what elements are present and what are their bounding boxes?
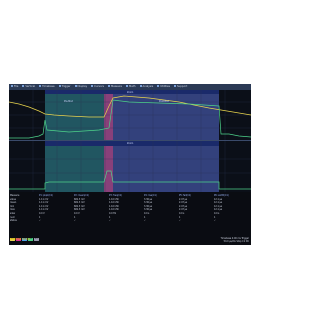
- measure-column[interactable]: P6: width(C1) 12.1 µs 12.1 µs 12.1 µs 12.1 µ…: [214, 194, 229, 223]
- oscilloscope-screen: File Vertical Timebase Trigger Display C…: [9, 84, 251, 245]
- measure-cell: ✓: [179, 219, 181, 223]
- bottom-waveform-svg: [9, 141, 251, 193]
- measure-column[interactable]: P1: pkpk(C1) 1.11 mV 1.11 mV 1.11 mV 1.11 mV…: [39, 194, 53, 223]
- row-label: status: [10, 219, 17, 223]
- table-row-labels: Measure value mean min max sdev num stat…: [10, 194, 19, 223]
- post-zone-label: Post-Mod: [159, 100, 169, 103]
- measure-cell: ✓: [214, 219, 216, 223]
- bottom-transition-marker: [104, 146, 113, 193]
- measure-column[interactable]: P2: mean(C1) 681.3 mV 681.3 mV 681.3 mV 681.…: [74, 194, 89, 223]
- zoom-tag-z1[interactable]: Z1: [34, 238, 39, 241]
- measure-cell: ✓: [74, 219, 76, 223]
- measurement-table: Measure value mean min max sdev num stat…: [9, 192, 251, 236]
- bottom-pre-zone: [45, 146, 113, 193]
- status-bar: C1 C2 C3 C4 Z1 Timebase 0.00 ms Trigger …: [9, 236, 251, 245]
- bottom-waveform-panel[interactable]: Zoom: [9, 140, 251, 193]
- measure-column[interactable]: P4: rise(C1) 3.36 µs 3.36 µs 3.36 µs 3.36 µs…: [144, 194, 157, 223]
- measure-column[interactable]: P5: fall(C1) 2.47 µs 2.47 µs 2.47 µs 2.47 µs…: [179, 194, 191, 223]
- top-waveform-svg: [9, 90, 251, 140]
- measure-column[interactable]: P3: freq(C1) 1.10 kHz 1.10 kHz 1.10 kHz 1.10…: [109, 194, 122, 223]
- pre-zone-label: Pre-Mod: [64, 100, 73, 103]
- top-waveform-panel[interactable]: Pre-Mod Post-Mod Zoom: [9, 90, 251, 140]
- measure-cell: ✓: [39, 219, 41, 223]
- brand-logo-text: TELEDYNE LECROY: [10, 238, 31, 241]
- top-zoom-label: Zoom: [127, 90, 134, 94]
- measure-cell: ✓: [144, 219, 146, 223]
- trigger-line: 50.0 µs/div Stop C1 DC: [223, 240, 249, 243]
- measure-cell: ✓: [109, 219, 111, 223]
- timebase-info[interactable]: Timebase 0.00 ms Trigger 50.0 µs/div Sto…: [221, 237, 249, 243]
- bottom-zoom-label: Zoom: [127, 142, 134, 145]
